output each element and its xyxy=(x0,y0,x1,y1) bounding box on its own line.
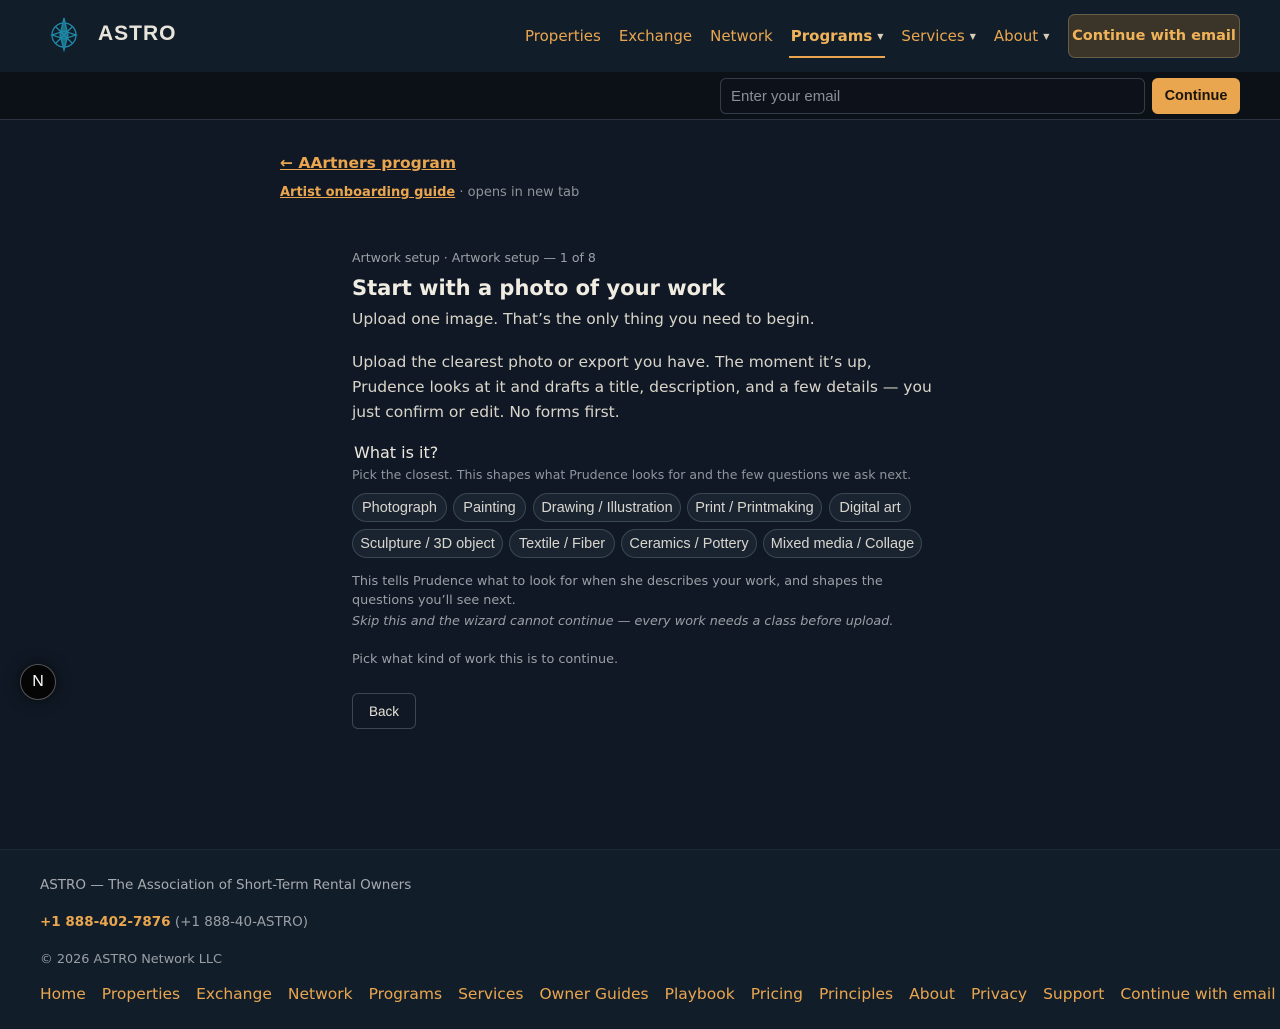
continue-with-email-button[interactable]: Continue with email xyxy=(1068,14,1240,58)
footer-link[interactable]: Home xyxy=(40,985,86,1003)
footer-tagline: ASTRO — The Association of Short-Term Re… xyxy=(40,877,412,893)
nav-item-about[interactable]: About ▼ xyxy=(985,14,1059,58)
work-type-option[interactable]: Painting xyxy=(453,493,526,522)
footer-phone-link[interactable]: +1 888-402-7876 xyxy=(40,914,171,930)
nav-item-network[interactable]: Network xyxy=(701,14,782,58)
back-button[interactable]: Back xyxy=(352,693,416,729)
footer-link[interactable]: Properties xyxy=(102,985,180,1003)
footer-link[interactable]: Pricing xyxy=(751,985,803,1003)
nav-item-label: Exchange xyxy=(618,27,693,45)
dev-tools-badge[interactable]: N xyxy=(20,664,56,700)
footer-links: Home Properties Exchange Network Programs Ser… xyxy=(40,985,1280,1003)
nav-item-properties[interactable]: Properties xyxy=(516,14,610,58)
helper-note: This tells Prudence what to look for whe… xyxy=(352,574,883,608)
warning-note: Skip this and the wizard cannot continue… xyxy=(352,614,894,629)
footer-link[interactable]: Services xyxy=(458,985,523,1003)
footer-link[interactable]: Support xyxy=(1043,985,1104,1003)
nav-item-label: Programs xyxy=(790,27,873,45)
page-title: Start with a photo of your work xyxy=(352,276,726,300)
footer-link[interactable]: Principles xyxy=(819,985,893,1003)
continue-button[interactable]: Continue xyxy=(1152,78,1240,114)
nav-item-label: Services xyxy=(901,27,965,45)
step-description: Upload the clearest photo or export you … xyxy=(352,353,932,421)
brand-name[interactable]: ASTRO xyxy=(98,22,177,46)
work-type-option[interactable]: Drawing / Illustration xyxy=(533,493,681,522)
question-hint: Pick the closest. This shapes what Prude… xyxy=(352,467,912,482)
nav-item-services[interactable]: Services ▼ xyxy=(892,14,984,58)
work-type-option[interactable]: Textile / Fiber xyxy=(509,529,615,558)
nav-item-label: Network xyxy=(710,27,773,45)
nav-item-label: Properties xyxy=(525,27,601,45)
footer-phone-alt: (+1 888-40-ASTRO) xyxy=(170,914,309,930)
work-type-option[interactable]: Digital art xyxy=(829,493,911,522)
footer-phone-row: +1 888-402-7876 (+1 888-40-ASTRO) xyxy=(40,914,308,930)
footer-link[interactable]: Continue with email xyxy=(1120,985,1275,1003)
footer-link[interactable]: Privacy xyxy=(971,985,1027,1003)
footer-link[interactable]: Owner Guides xyxy=(539,985,648,1003)
footer-link[interactable]: Programs xyxy=(369,985,442,1003)
guide-note: · opens in new tab xyxy=(455,185,580,200)
nav-item-programs[interactable]: Programs ▼ xyxy=(782,14,893,58)
footer-link[interactable]: About xyxy=(909,985,955,1003)
artist-onboarding-guide-link[interactable]: Artist onboarding guide xyxy=(280,185,455,200)
email-signup-bar: Continue xyxy=(0,72,1280,120)
nav-item-label: About xyxy=(993,27,1039,45)
nav-item-exchange[interactable]: Exchange xyxy=(610,14,701,58)
footer-copyright: © 2026 ASTRO Network LLC xyxy=(40,952,222,967)
site-footer: ASTRO — The Association of Short-Term Re… xyxy=(0,849,1280,1029)
work-type-option[interactable]: Mixed media / Collage xyxy=(763,529,922,558)
footer-link[interactable]: Exchange xyxy=(196,985,272,1003)
email-input[interactable] xyxy=(720,78,1145,114)
caret-down-icon: ▼ xyxy=(969,32,976,41)
back-to-program-link[interactable]: ← AArtners program xyxy=(280,154,456,172)
work-type-option[interactable]: Sculpture / 3D object xyxy=(352,529,503,558)
work-type-option[interactable]: Print / Printmaking xyxy=(687,493,822,522)
page-subtitle: Upload one image. That’s the only thing … xyxy=(352,310,815,328)
main-nav: Properties Exchange Network Programs ▼ Servic… xyxy=(516,14,1058,58)
compass-star-icon[interactable] xyxy=(48,16,80,52)
work-type-option[interactable]: Ceramics / Pottery xyxy=(621,529,757,558)
footer-link[interactable]: Playbook xyxy=(665,985,735,1003)
footer-link[interactable]: Network xyxy=(288,985,353,1003)
question-title: What is it? xyxy=(354,443,439,462)
caret-down-icon: ▼ xyxy=(1043,32,1050,41)
step-indicator: Artwork setup · Artwork setup — 1 of 8 xyxy=(352,250,596,265)
action-note: Pick what kind of work this is to contin… xyxy=(352,652,619,667)
site-header: ASTRO Properties Exchange Network Programs ▼… xyxy=(0,0,1280,72)
guide-row: Artist onboarding guide · opens in new t… xyxy=(280,185,579,200)
caret-down-icon: ▼ xyxy=(877,32,884,41)
work-type-option[interactable]: Photograph xyxy=(352,493,447,522)
